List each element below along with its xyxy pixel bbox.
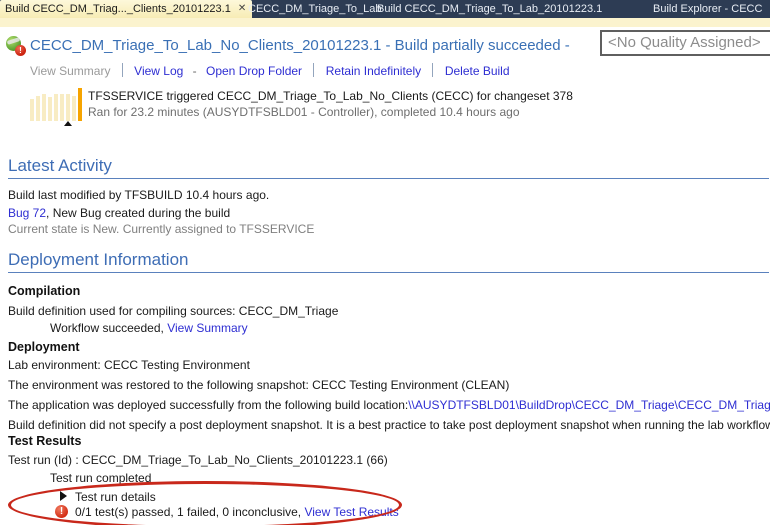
delete-build-link[interactable]: Delete Build	[445, 64, 510, 78]
deployed-prefix-text: The application was deployed successfull…	[8, 398, 408, 412]
build-actions-toolbar: View Summary View Log - Open Drop Folder…	[30, 63, 510, 78]
tab-build-triage-to-lab[interactable]: Build CECC_DM_Triage_To_Lab_20101223.1	[377, 0, 602, 18]
retain-indefinitely-link[interactable]: Retain Indefinitely	[326, 64, 421, 78]
build-quality-value: <No Quality Assigned>	[608, 34, 761, 51]
tab-build-no-clients[interactable]: Build CECC_DM_Triag..._Clients_20101223.…	[0, 0, 252, 18]
build-quality-dropdown[interactable]: <No Quality Assigned>	[600, 30, 770, 56]
workflow-status-text: Workflow succeeded,	[50, 321, 164, 335]
dash: -	[193, 64, 197, 78]
section-rule	[8, 178, 769, 179]
tab-label: CECC_DM_Triage_To_Lab	[248, 3, 382, 15]
bug-line: Bug 72, New Bug created during the build	[8, 206, 230, 220]
tab-label: Build CECC_DM_Triag..._Clients_20101223.…	[5, 0, 231, 18]
last-modified-text: Build last modified by TFSBUILD 10.4 hou…	[8, 188, 269, 202]
build-definition-text: Build definition used for compiling sour…	[8, 304, 338, 318]
workflow-line: Workflow succeeded, View Summary	[50, 321, 248, 335]
close-icon[interactable]: ✕	[238, 0, 246, 18]
build-trigger-text: TFSSERVICE triggered CECC_DM_Triage_To_L…	[88, 89, 573, 103]
tab-label: Build Explorer - CECC	[653, 3, 762, 15]
section-rule	[8, 272, 769, 273]
document-tab-bar: Build CECC_DM_Triag..._Clients_20101223.…	[0, 0, 770, 18]
deployment-heading: Deployment	[8, 340, 80, 354]
workflow-view-summary-link[interactable]: View Summary	[167, 321, 247, 335]
test-run-id-text: Test run (Id) : CECC_DM_Triage_To_Lab_No…	[8, 453, 388, 467]
build-duration-text: Ran for 23.2 minutes (AUSYDTFSBLD01 - Co…	[88, 105, 520, 119]
build-summary-page: Build CECC_DM_Triag..._Clients_20101223.…	[0, 0, 770, 525]
build-partially-succeeded-icon: !	[6, 36, 26, 56]
build-location-link[interactable]: \\AUSYDTFSBLD01\BuildDrop\CECC_DM_Triage…	[408, 398, 770, 412]
test-results-heading: Test Results	[8, 434, 81, 448]
lab-environment-text: Lab environment: CECC Testing Environmen…	[8, 358, 250, 372]
tab-accent-strip	[0, 18, 770, 27]
snapshot-restored-text: The environment was restored to the foll…	[8, 378, 509, 392]
build-duration-bars-icon	[30, 87, 82, 121]
separator	[313, 63, 314, 77]
tab-triage-to-lab[interactable]: CECC_DM_Triage_To_Lab	[248, 0, 382, 18]
annotation-oval	[8, 481, 402, 525]
post-snapshot-text: Build definition did not specify a post …	[8, 418, 770, 432]
deployment-information-heading: Deployment Information	[8, 250, 188, 270]
bug-72-link[interactable]: Bug 72	[8, 206, 46, 220]
page-title: CECC_DM_Triage_To_Lab_No_Clients_2010122…	[30, 37, 570, 54]
separator	[122, 63, 123, 77]
bug-state-text: Current state is New. Currently assigned…	[8, 222, 314, 236]
view-log-link[interactable]: View Log	[134, 64, 183, 78]
deployed-line: The application was deployed successfull…	[8, 398, 770, 412]
tab-label: Build CECC_DM_Triage_To_Lab_20101223.1	[377, 3, 602, 15]
compilation-heading: Compilation	[8, 284, 80, 298]
view-summary-action: View Summary	[30, 64, 110, 78]
bug-description: , New Bug created during the build	[46, 206, 230, 220]
separator	[432, 63, 433, 77]
current-build-marker-icon	[64, 121, 72, 126]
latest-activity-heading: Latest Activity	[8, 156, 112, 176]
open-drop-folder-link[interactable]: Open Drop Folder	[206, 64, 302, 78]
tab-build-explorer[interactable]: Build Explorer - CECC	[653, 0, 762, 18]
